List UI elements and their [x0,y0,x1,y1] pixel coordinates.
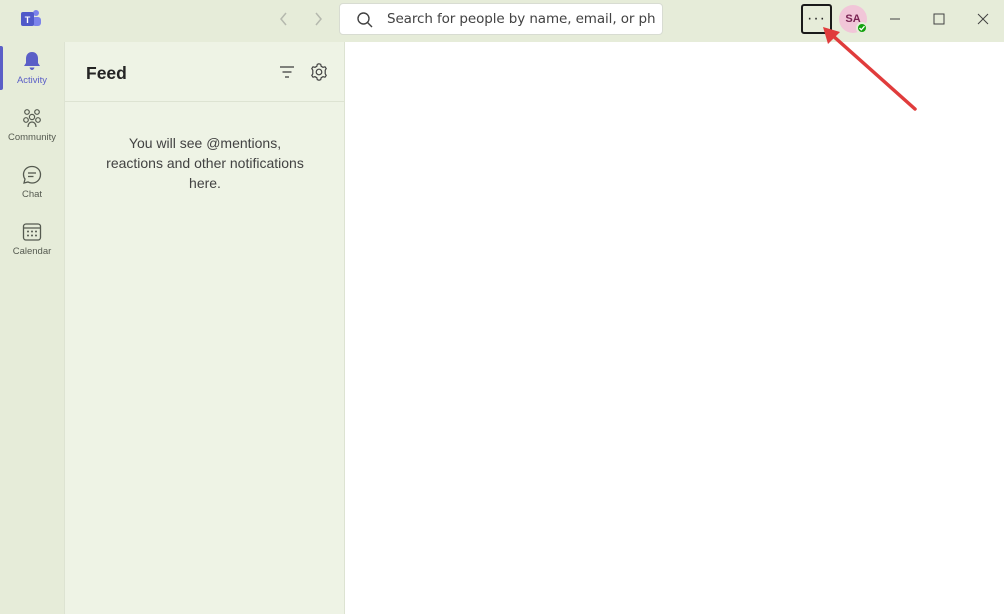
more-options-button[interactable]: ··· [801,4,832,34]
feed-pane: Feed You will see @mentions, reactions a… [64,42,345,614]
rail-label-activity: Activity [16,75,48,86]
calendar-icon [21,221,43,243]
rail-label-calendar: Calendar [12,246,52,257]
close-button[interactable] [970,6,996,32]
rail-item-community[interactable]: Community [0,99,64,151]
maximize-icon [933,13,945,25]
maximize-button[interactable] [926,6,952,32]
svg-text:T: T [25,15,31,25]
forward-button[interactable] [307,8,329,30]
rail-item-calendar[interactable]: Calendar [0,213,64,265]
back-button[interactable] [273,8,295,30]
search-icon [356,11,374,29]
feed-header: Feed [65,42,345,102]
chevron-left-icon [280,12,287,26]
bell-icon [21,50,43,72]
rail-label-chat: Chat [21,189,43,200]
minimize-button[interactable] [882,6,908,32]
rail-item-chat[interactable]: Chat [0,156,64,208]
minimize-icon [890,18,900,20]
search-input[interactable]: Search for people by name, email, or pho… [387,11,655,27]
title-bar: T Search for people by name, email, or p… [0,0,1004,42]
community-icon [21,107,43,129]
app-rail: Activity Community Chat Calendar [0,42,64,614]
teams-logo-icon: T [19,8,43,30]
active-indicator [0,46,3,90]
filter-icon[interactable] [277,62,297,82]
gear-icon[interactable] [309,62,329,82]
rail-label-community: Community [7,132,57,143]
close-icon [977,13,989,25]
presence-badge [856,22,868,34]
chevron-right-icon [315,12,322,26]
search-box[interactable]: Search for people by name, email, or pho… [339,3,663,35]
rail-item-activity[interactable]: Activity [0,42,64,94]
main-content [345,42,1004,614]
chat-icon [21,164,43,186]
feed-title: Feed [86,63,127,83]
empty-feed-message: You will see @mentions, reactions and ot… [106,135,304,191]
